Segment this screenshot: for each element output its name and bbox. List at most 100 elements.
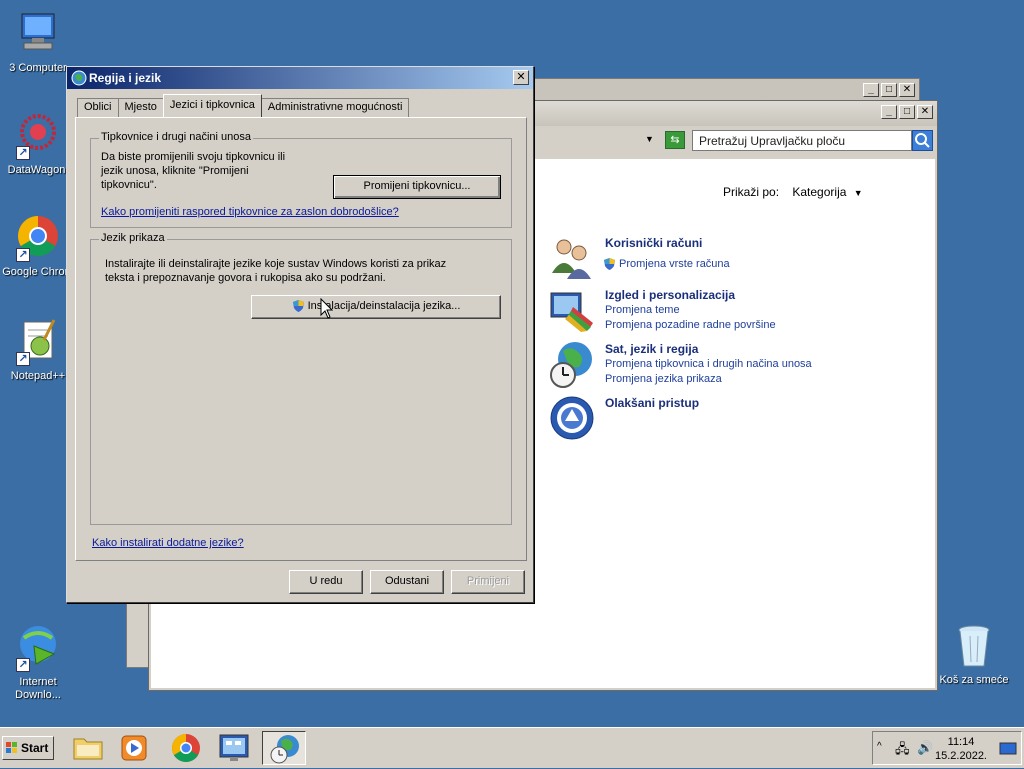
users-icon (549, 235, 595, 281)
cancel-button[interactable]: Odustani (370, 570, 444, 594)
install-uninstall-languages-button[interactable]: Instalacija/deinstalacija jezika... (251, 295, 501, 319)
group-text: jezik unosa, kliknite "Promijeni (101, 165, 249, 177)
volume-icon[interactable]: 🔊 (917, 740, 933, 756)
globe-clock-icon (270, 735, 299, 764)
datawagon-icon: ↗ (14, 112, 62, 160)
chevron-down-icon[interactable]: ▼ (854, 188, 863, 198)
group-text: tipkovnicu". (101, 179, 157, 191)
category-link[interactable]: Promjena tipkovnica i drugih načina unos… (605, 357, 812, 372)
uac-shield-icon (604, 258, 615, 271)
desktop-icon-label: 3 Computer (9, 62, 67, 74)
ok-button[interactable]: U redu (289, 570, 363, 594)
tab-strip: Oblici Mjesto Jezici i tipkovnica Admini… (77, 94, 410, 117)
taskbar-chrome[interactable] (164, 731, 208, 765)
media-player-icon (121, 735, 147, 761)
desktop-icon-label: Google Chrom (2, 266, 74, 278)
tab-formats[interactable]: Oblici (77, 98, 119, 117)
category-title[interactable]: Sat, jezik i regija (605, 341, 812, 357)
category-link[interactable]: Promjena teme (605, 303, 776, 318)
start-button[interactable]: Start (2, 736, 54, 760)
taskbar: Start ^ 🖧 🔊 11:14 15.2.2022. (0, 727, 1024, 768)
category-title[interactable]: Izgled i personalizacija (605, 287, 776, 303)
desktop-icon-recycle-bin[interactable]: Koš za smeće (936, 622, 1012, 687)
tab-location[interactable]: Mjesto (117, 98, 164, 117)
network-icon[interactable]: 🖧 (895, 740, 910, 762)
search-input[interactable]: Pretražuj Upravljačku ploču (692, 130, 912, 151)
desktop-icon-idm[interactable]: ↗ Internet Downlo... (0, 624, 76, 702)
computer-icon (14, 10, 62, 58)
view-by-label: Prikaži po: (723, 185, 780, 199)
close-icon[interactable]: ✕ (513, 70, 529, 85)
desktop-icon-label: Internet Downlo... (15, 676, 61, 701)
show-hidden-icons-icon[interactable]: ^ (877, 741, 882, 752)
dialog-titlebar[interactable]: Regija i jezik ✕ (67, 67, 533, 89)
desktop-icon-datawagon[interactable]: ↗ DataWagon. (0, 112, 76, 177)
group-text: teksta i prepoznavanje govora i rukopisa… (105, 272, 386, 284)
tab-panel: Tipkovnice i drugi načini unosa Da biste… (75, 117, 527, 561)
system-tray: ^ 🖧 🔊 11:14 15.2.2022. (872, 731, 1022, 765)
maximize-icon[interactable]: □ (881, 83, 897, 97)
uac-shield-icon (292, 300, 304, 313)
category-title[interactable]: Olakšani pristup (605, 395, 699, 411)
globe-icon (71, 70, 87, 86)
clock-time: 11:14 (947, 736, 975, 748)
desktop-icon-computer[interactable]: 3 Computer (0, 10, 76, 75)
close-icon[interactable]: ✕ (899, 83, 915, 97)
desktop-icon-notepadpp[interactable]: ↗ Notepad++ (0, 318, 76, 383)
taskbar-media-player[interactable] (112, 731, 156, 765)
group-legend: Jezik prikaza (99, 232, 167, 244)
recycle-bin-icon (950, 622, 998, 670)
view-by-dropdown[interactable]: Kategorija (792, 185, 846, 199)
clock[interactable]: 11:14 15.2.2022. (935, 735, 987, 763)
folder-icon (73, 738, 103, 760)
display-language-group: Jezik prikaza Instalirajte ili deinstali… (90, 232, 512, 525)
change-keyboards-button[interactable]: Promijeni tipkovnicu... (333, 175, 501, 199)
refresh-icon[interactable]: ⇆ (665, 131, 685, 149)
region-language-dialog[interactable]: Regija i jezik ✕ Oblici Mjesto Jezici i … (66, 66, 534, 603)
maximize-icon[interactable]: □ (899, 105, 915, 119)
tab-administrative[interactable]: Administrativne mogućnosti (260, 98, 410, 117)
chrome-icon: ↗ (14, 214, 62, 262)
welcome-screen-keyboard-link[interactable]: Kako promijeniti raspored tipkovnice za … (101, 206, 399, 218)
group-text: Instalirajte ili deinstalirajte jezike k… (105, 258, 447, 270)
mouse-cursor-icon (320, 298, 334, 319)
globe-clock-icon (549, 341, 595, 388)
taskbar-region-language[interactable] (262, 731, 306, 765)
desktop-icon-chrome[interactable]: ↗ Google Chrom (0, 214, 76, 279)
clock-date: 15.2.2022. (935, 750, 987, 762)
minimize-icon[interactable]: _ (881, 105, 897, 119)
category-link[interactable]: Promjena vrste računa (603, 257, 730, 272)
group-text: Da biste promijenili svoju tipkovnicu il… (101, 151, 286, 163)
chrome-icon (172, 734, 200, 762)
install-additional-languages-link[interactable]: Kako instalirati dodatne jezike? (92, 537, 244, 549)
notepad-plus-plus-icon: ↗ (14, 318, 62, 366)
category-link[interactable]: Promjena jezika prikaza (605, 372, 812, 387)
minimize-icon[interactable]: _ (863, 83, 879, 97)
keyboards-group: Tipkovnice i drugi načini unosa Da biste… (90, 131, 512, 228)
apply-button[interactable]: Primijeni (451, 570, 525, 594)
shortcut-arrow-icon: ↗ (16, 248, 30, 262)
search-icon[interactable] (912, 130, 933, 151)
tab-keyboards-languages[interactable]: Jezici i tipkovnica (162, 94, 262, 117)
control-panel-icon (219, 734, 249, 761)
taskbar-control-panel[interactable] (212, 731, 256, 765)
dialog-title: Regija i jezik (89, 71, 162, 85)
category-link[interactable]: Promjena pozadine radne površine (605, 318, 776, 333)
internet-download-manager-icon: ↗ (14, 624, 62, 672)
show-desktop-icon[interactable] (999, 742, 1017, 756)
category-title[interactable]: Korisnički računi (605, 235, 730, 251)
desktop-icon-label: Koš za smeće (939, 674, 1009, 686)
desktop-icon-label: Notepad++ (10, 370, 66, 382)
taskbar-explorer[interactable] (66, 731, 110, 765)
shortcut-arrow-icon: ↗ (16, 352, 30, 366)
close-icon[interactable]: ✕ (917, 105, 933, 119)
appearance-icon (549, 287, 595, 333)
address-dropdown-icon[interactable]: ▼ (645, 134, 654, 144)
shortcut-arrow-icon: ↗ (16, 658, 30, 672)
shortcut-arrow-icon: ↗ (16, 146, 30, 160)
view-by: Prikaži po: Kategorija ▼ (723, 185, 863, 199)
ease-of-access-icon (549, 395, 595, 441)
windows-flag-icon (6, 742, 17, 753)
desktop-icon-label: DataWagon. (7, 164, 69, 176)
group-legend: Tipkovnice i drugi načini unosa (99, 131, 254, 143)
